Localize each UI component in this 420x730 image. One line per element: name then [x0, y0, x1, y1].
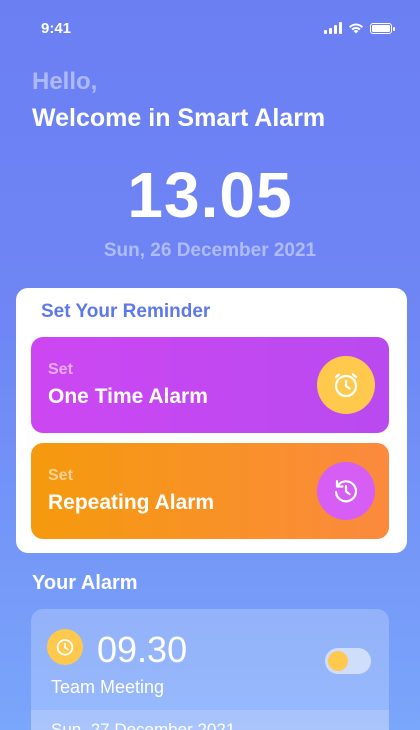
status-bar: 9:41: [0, 0, 420, 56]
hello-text: Hello,: [32, 68, 98, 95]
signal-icon: [324, 22, 342, 34]
one-time-alarm-label: One Time Alarm: [48, 385, 208, 408]
alarm-toggle[interactable]: [325, 648, 371, 674]
status-icons: [324, 22, 395, 34]
repeating-set-label: Set: [48, 467, 73, 484]
your-alarm-heading: Your Alarm: [32, 572, 138, 594]
repeating-alarm-button[interactable]: Set Repeating Alarm: [31, 443, 389, 539]
one-time-set-label: Set: [48, 361, 73, 378]
wifi-icon: [349, 23, 363, 34]
current-date: Sun, 26 December 2021: [103, 240, 317, 261]
alarm-clock-icon: [317, 356, 375, 414]
alarm-date-bar: Sun, 27 December 2021: [31, 710, 389, 730]
alarm-clock-icon: [47, 629, 83, 665]
alarm-label: Team Meeting: [51, 677, 165, 697]
toggle-knob: [328, 651, 348, 671]
alarm-date: Sun, 27 December 2021: [51, 720, 236, 730]
alarm-list-item[interactable]: 09.30 Team Meeting Sun, 27 December 2021: [31, 609, 389, 730]
welcome-text: Welcome in Smart Alarm: [32, 104, 326, 132]
reminder-card: Set Your Reminder Set One Time Alarm Set…: [16, 288, 407, 553]
alarm-time: 09.30: [97, 629, 188, 670]
one-time-alarm-button[interactable]: Set One Time Alarm: [31, 337, 389, 433]
status-time: 9:41: [41, 20, 72, 37]
battery-icon: [370, 22, 395, 34]
current-time: 13.05: [127, 159, 293, 231]
repeating-alarm-label: Repeating Alarm: [48, 491, 215, 514]
reminder-title: Set Your Reminder: [41, 301, 211, 322]
repeat-history-icon: [317, 462, 375, 520]
